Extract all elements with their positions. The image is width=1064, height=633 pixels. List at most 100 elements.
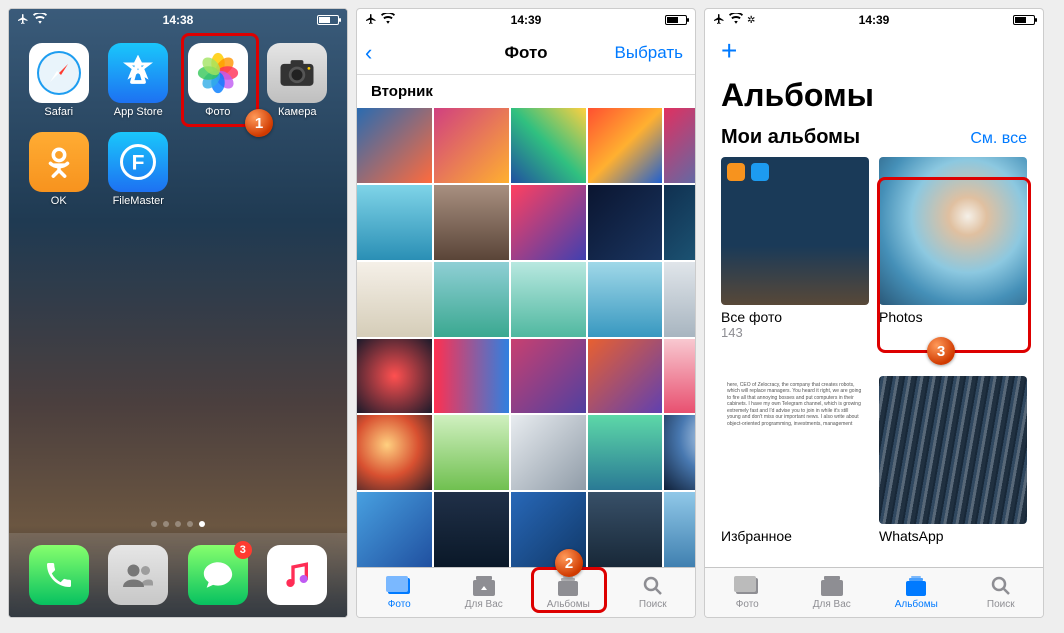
album-grid: Все фото 143 Photos here, CEO of Zelocra… [705, 157, 1043, 567]
photo-thumb[interactable] [434, 415, 509, 490]
select-button[interactable]: Выбрать [615, 43, 683, 63]
photo-thumb[interactable] [511, 415, 586, 490]
album-name: Избранное [721, 524, 869, 544]
phone-home-screen: 14:38 Safari App Store Фото Камера OK FF… [8, 8, 348, 618]
tab-foryou[interactable]: Для Вас [442, 568, 527, 617]
photo-thumb[interactable] [664, 492, 695, 567]
app-safari[interactable]: Safari [23, 43, 95, 118]
tab-label: Поиск [987, 599, 1015, 610]
photo-thumb[interactable] [588, 262, 663, 337]
page-dots[interactable] [9, 515, 347, 533]
photo-thumb[interactable] [357, 108, 432, 183]
dock-contacts[interactable] [108, 545, 168, 605]
app-label: OK [51, 195, 67, 207]
badge: 3 [234, 541, 252, 559]
dock-messages[interactable]: 3 [188, 545, 248, 605]
photos-icon [188, 43, 248, 103]
albums-tab-icon [903, 575, 929, 597]
nav-bar: ‹ Фото Выбрать [357, 31, 695, 75]
status-bar: 14:39 [357, 9, 695, 31]
battery-icon [1013, 15, 1035, 25]
tab-search[interactable]: Поиск [959, 568, 1044, 617]
foryou-tab-icon [471, 575, 497, 597]
loading-icon: ✲ [747, 15, 755, 26]
tab-photos[interactable]: Фото [357, 568, 442, 617]
album-name: Photos [879, 305, 1027, 325]
search-tab-icon [988, 575, 1014, 597]
photo-thumb[interactable] [664, 339, 695, 414]
photo-thumb[interactable] [664, 415, 695, 490]
ok-icon [29, 132, 89, 192]
search-tab-icon [640, 575, 666, 597]
photo-thumb[interactable] [588, 492, 663, 567]
photos-tab-icon [386, 575, 412, 597]
airplane-icon [713, 13, 725, 28]
airplane-icon [365, 13, 377, 28]
tab-search[interactable]: Поиск [611, 568, 696, 617]
photo-thumb[interactable] [434, 185, 509, 260]
photo-thumb[interactable] [588, 415, 663, 490]
app-label: Safari [44, 106, 73, 118]
nav-title: Фото [505, 43, 548, 63]
photo-thumb[interactable] [357, 339, 432, 414]
section-header: Вторник [357, 75, 695, 108]
back-button[interactable]: ‹ [365, 40, 372, 66]
photo-thumb[interactable] [434, 492, 509, 567]
photo-thumb[interactable] [511, 108, 586, 183]
tab-foryou[interactable]: Для Вас [790, 568, 875, 617]
photo-thumb[interactable] [434, 108, 509, 183]
status-time: 14:39 [859, 13, 890, 27]
photo-thumb[interactable] [588, 108, 663, 183]
album-whatsapp[interactable]: WhatsApp [879, 376, 1027, 568]
status-time: 14:38 [163, 13, 194, 27]
photo-thumb[interactable] [511, 339, 586, 414]
tab-label: Для Вас [813, 599, 851, 610]
tab-label: Альбомы [547, 599, 590, 610]
tab-albums[interactable]: Альбомы [526, 568, 611, 617]
status-time: 14:39 [511, 13, 542, 27]
photo-thumb[interactable] [434, 262, 509, 337]
phone-photos-screen: 14:39 ‹ Фото Выбрать Вторник [356, 8, 696, 618]
photo-thumb[interactable] [664, 185, 695, 260]
photo-thumb[interactable] [511, 492, 586, 567]
photo-thumb[interactable] [588, 185, 663, 260]
photo-thumb[interactable] [357, 492, 432, 567]
album-name: WhatsApp [879, 524, 1027, 544]
album-favorites[interactable]: here, CEO of Zelocracy, the company that… [721, 376, 869, 568]
app-label: FileMaster [113, 195, 164, 207]
airplane-icon [17, 13, 29, 28]
app-filemaster[interactable]: FFileMaster [103, 132, 175, 207]
dock-music[interactable] [267, 545, 327, 605]
safari-icon [29, 43, 89, 103]
tab-photos[interactable]: Фото [705, 568, 790, 617]
photo-thumb[interactable] [664, 262, 695, 337]
app-grid: Safari App Store Фото Камера OK FFileMas… [9, 31, 347, 219]
tab-bar: Фото Для Вас Альбомы Поиск [357, 567, 695, 617]
see-all-link[interactable]: См. все [970, 130, 1027, 148]
album-count: 143 [721, 325, 869, 340]
album-name: Все фото [721, 305, 869, 325]
album-all-photos[interactable]: Все фото 143 [721, 157, 869, 364]
camera-icon [267, 43, 327, 103]
photo-thumb[interactable] [511, 185, 586, 260]
app-label: Камера [278, 106, 316, 118]
app-appstore[interactable]: App Store [103, 43, 175, 118]
photos-tab-icon [734, 575, 760, 597]
battery-icon [665, 15, 687, 25]
photo-thumb[interactable] [511, 262, 586, 337]
photo-thumb[interactable] [357, 415, 432, 490]
app-photos[interactable]: Фото [182, 43, 254, 118]
photo-thumb[interactable] [357, 185, 432, 260]
photo-thumb[interactable] [664, 108, 695, 183]
app-camera[interactable]: Камера [262, 43, 334, 118]
album-photos[interactable]: Photos [879, 157, 1027, 364]
photo-thumb[interactable] [434, 339, 509, 414]
tab-albums[interactable]: Альбомы [874, 568, 959, 617]
add-album-button[interactable]: + [705, 31, 1043, 71]
dock-phone[interactable] [29, 545, 89, 605]
app-ok[interactable]: OK [23, 132, 95, 207]
albums-tab-icon [555, 575, 581, 597]
photo-thumb[interactable] [357, 262, 432, 337]
photo-thumb[interactable] [588, 339, 663, 414]
app-label: Фото [205, 106, 230, 118]
